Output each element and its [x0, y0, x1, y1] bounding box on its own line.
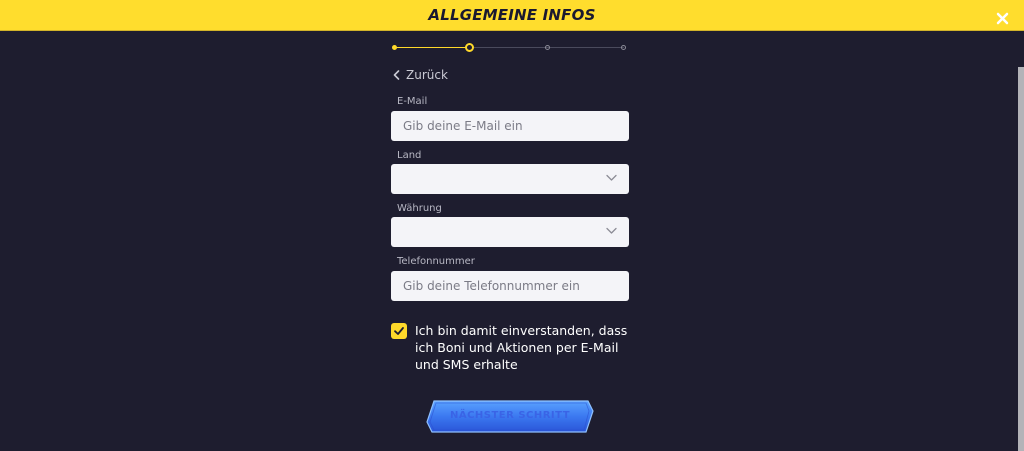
chevron-down-icon: [606, 174, 617, 181]
phone-label: Telefonnummer: [397, 256, 475, 267]
consent-text: Ich bin damit einverstanden, dass ich Bo…: [415, 323, 628, 372]
phone-field[interactable]: [391, 271, 629, 301]
next-step-button[interactable]: NÄCHSTER SCHRITT: [426, 400, 594, 433]
step-4-dot: [621, 45, 626, 50]
chevron-down-icon: [606, 227, 617, 234]
step-1-dot: [392, 45, 397, 50]
stepper-line-completed: [394, 47, 469, 48]
back-button[interactable]: Zurück: [393, 67, 448, 83]
step-3-dot: [545, 45, 550, 50]
country-select[interactable]: [391, 164, 629, 194]
email-field[interactable]: [391, 111, 629, 141]
close-button[interactable]: [994, 10, 1014, 30]
currency-select[interactable]: [391, 217, 629, 247]
modal-header: ALLGEMEINE INFOS: [0, 0, 1024, 31]
consent-checkbox[interactable]: [391, 323, 407, 339]
country-label: Land: [397, 150, 422, 161]
chevron-left-icon: [393, 70, 400, 80]
phone-field-wrapper: [391, 271, 629, 301]
currency-label: Währung: [397, 203, 442, 214]
close-icon: [996, 12, 1009, 25]
email-label: E-Mail: [397, 96, 428, 107]
next-step-label: NÄCHSTER SCHRITT: [449, 410, 571, 421]
scrollbar[interactable]: [1018, 67, 1024, 451]
checkmark-icon: [394, 327, 404, 335]
step-2-dot-current: [465, 43, 474, 52]
modal-title: ALLGEMEINE INFOS: [428, 6, 596, 24]
progress-stepper: [392, 42, 626, 54]
back-label: Zurück: [406, 68, 448, 82]
email-field-wrapper: [391, 111, 629, 141]
